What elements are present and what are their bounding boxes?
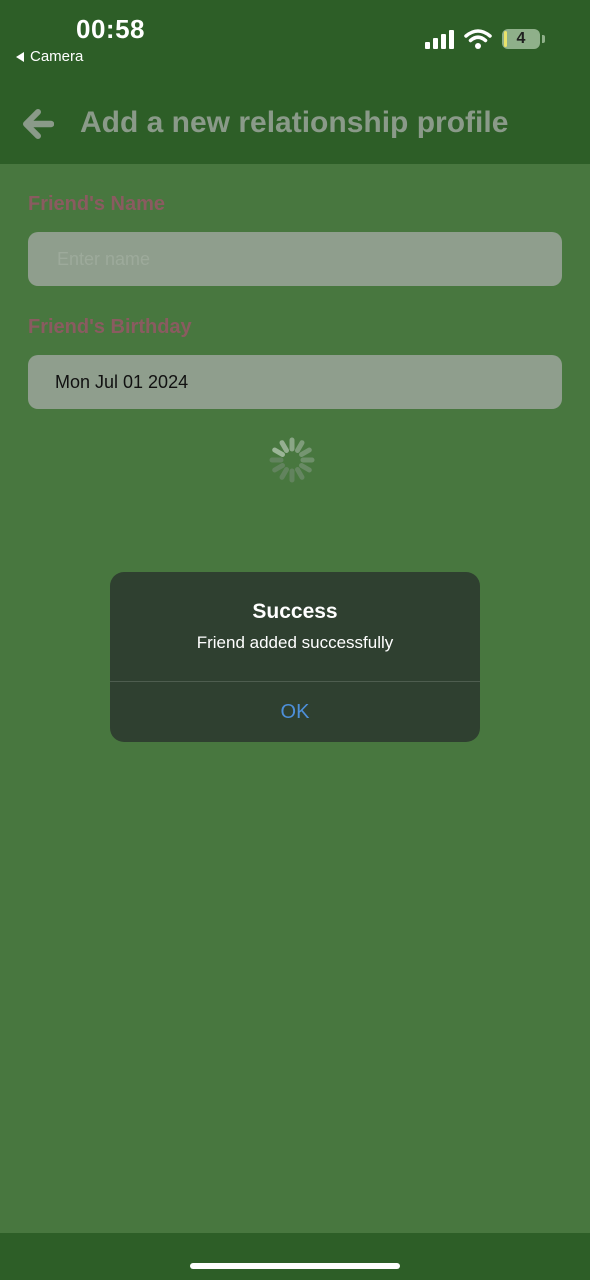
back-to-app-link[interactable]: Camera (16, 48, 83, 65)
back-to-app-label: Camera (30, 48, 84, 65)
bottom-bar (0, 1233, 590, 1280)
status-time: 00:58 (76, 14, 145, 44)
cellular-signal-icon (425, 29, 454, 49)
wifi-icon (464, 29, 492, 49)
birthday-field[interactable]: Mon Jul 01 2024 (28, 355, 562, 409)
loading-spinner-icon (269, 437, 315, 483)
alert-message: Friend added successfully (196, 633, 394, 652)
status-icons: 4 (425, 28, 545, 50)
alert-ok-button[interactable]: OK (110, 682, 480, 742)
name-field[interactable] (28, 232, 562, 286)
birthday-label: Friend's Birthday (28, 316, 192, 338)
battery-icon: 4 (502, 29, 545, 49)
screen: 00:58 Camera 4 Add a new relationship pr… (0, 0, 590, 1280)
name-label: Friend's Name (28, 193, 166, 215)
back-arrow-icon[interactable] (22, 108, 54, 140)
page-title: Add a new relationship profile (80, 106, 509, 139)
alert-title: Success (252, 600, 338, 623)
birthday-value: Mon Jul 01 2024 (55, 371, 189, 392)
header: Add a new relationship profile (0, 92, 590, 156)
success-alert: Success Friend added successfully OK (110, 572, 480, 742)
name-input[interactable] (55, 247, 562, 271)
home-indicator[interactable] (190, 1263, 400, 1269)
battery-level: 4 (516, 30, 526, 47)
back-triangle-icon (16, 51, 24, 62)
